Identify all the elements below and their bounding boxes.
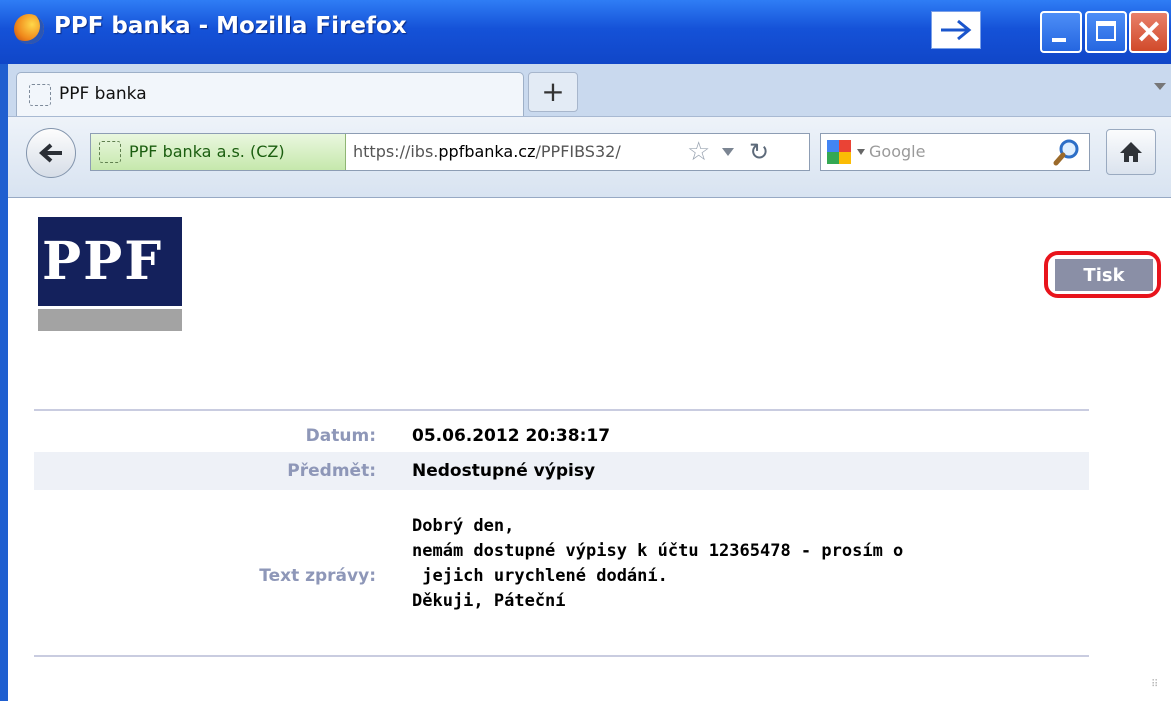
date-row: Datum: 05.06.2012 20:38:17	[34, 421, 1089, 451]
logo-text: PPF	[38, 217, 182, 306]
date-label: Datum:	[305, 426, 376, 446]
site-identity-button[interactable]: PPF banka a.s. (CZ)	[91, 134, 346, 170]
url-bar[interactable]: PPF banka a.s. (CZ) https://ibs.ppfbanka…	[90, 133, 810, 171]
new-tab-button[interactable]: +	[528, 72, 578, 112]
back-arrow-icon	[38, 143, 62, 163]
message-label: Text zprávy:	[259, 566, 376, 586]
google-icon[interactable]	[827, 140, 851, 164]
close-button[interactable]: ×	[1129, 11, 1169, 53]
subject-row: Předmět: Nedostupné výpisy	[34, 452, 1089, 490]
subject-value: Nedostupné výpisy	[412, 461, 596, 481]
list-all-tabs-icon[interactable]	[1154, 83, 1166, 90]
url-history-dropdown-icon[interactable]	[722, 148, 734, 156]
url-text[interactable]: https://ibs.ppfbanka.cz/PPFIBS32/	[353, 142, 621, 161]
divider	[34, 409, 1089, 411]
page-content: PPF Tisk Datum: 05.06.2012 20:38:17 Před…	[8, 198, 1171, 701]
reload-icon[interactable]: ↻	[749, 138, 769, 166]
tab-label: PPF banka	[59, 84, 147, 104]
url-path: /PPFIBS32/	[535, 142, 621, 161]
site-identity-label: PPF banka a.s. (CZ)	[129, 142, 285, 161]
title-bar: PPF banka - Mozilla Firefox ×	[0, 0, 1171, 64]
print-button[interactable]: Tisk	[1055, 259, 1153, 291]
magnifier-icon[interactable]	[1053, 138, 1081, 170]
message-line: jejich urychlené dodání.	[412, 566, 668, 586]
firefox-logo-icon	[14, 14, 44, 44]
window-left-border	[0, 197, 8, 701]
star-icon[interactable]: ☆	[687, 137, 710, 167]
message-line: nemám dostupné výpisy k účtu 12365478 - …	[412, 541, 904, 561]
logo-bar	[38, 309, 182, 331]
tab-ppf-banka[interactable]: PPF banka	[16, 72, 524, 116]
tab-strip: PPF banka +	[8, 64, 1171, 117]
navigation-toolbar: PPF banka a.s. (CZ) https://ibs.ppfbanka…	[8, 117, 1171, 198]
message-body: Dobrý den, nemám dostupné výpisy k účtu 1…	[412, 514, 903, 614]
default-favicon-icon	[99, 141, 121, 163]
message-row: Text zprávy: Dobrý den, nemám dostupné vý…	[34, 514, 1089, 624]
default-favicon-icon	[29, 84, 51, 106]
close-icon: ×	[1134, 11, 1164, 51]
go-arrow-icon[interactable]	[931, 11, 981, 49]
minimize-button[interactable]	[1040, 11, 1082, 53]
resize-grip-icon[interactable]: ⠿	[1151, 679, 1165, 693]
plus-icon: +	[541, 75, 565, 108]
date-value: 05.06.2012 20:38:17	[412, 426, 611, 446]
home-button[interactable]	[1106, 129, 1156, 175]
home-icon	[1120, 142, 1142, 162]
search-bar[interactable]: Google	[820, 133, 1090, 171]
back-button[interactable]	[26, 128, 76, 178]
search-input[interactable]: Google	[869, 142, 925, 161]
search-engine-dropdown-icon[interactable]	[857, 149, 865, 155]
minimize-icon	[1052, 38, 1066, 42]
maximize-button[interactable]	[1085, 11, 1127, 53]
subject-label: Předmět:	[287, 461, 376, 481]
url-prefix: https://ibs.	[353, 142, 439, 161]
ppf-logo: PPF	[38, 217, 182, 331]
message-line: Dobrý den,	[412, 516, 515, 536]
maximize-icon	[1096, 21, 1116, 41]
url-domain: ppfbanka.cz	[438, 142, 536, 161]
message-line: Děkuji, Páteční	[412, 591, 566, 611]
divider	[34, 655, 1089, 657]
window-title: PPF banka - Mozilla Firefox	[54, 13, 407, 39]
